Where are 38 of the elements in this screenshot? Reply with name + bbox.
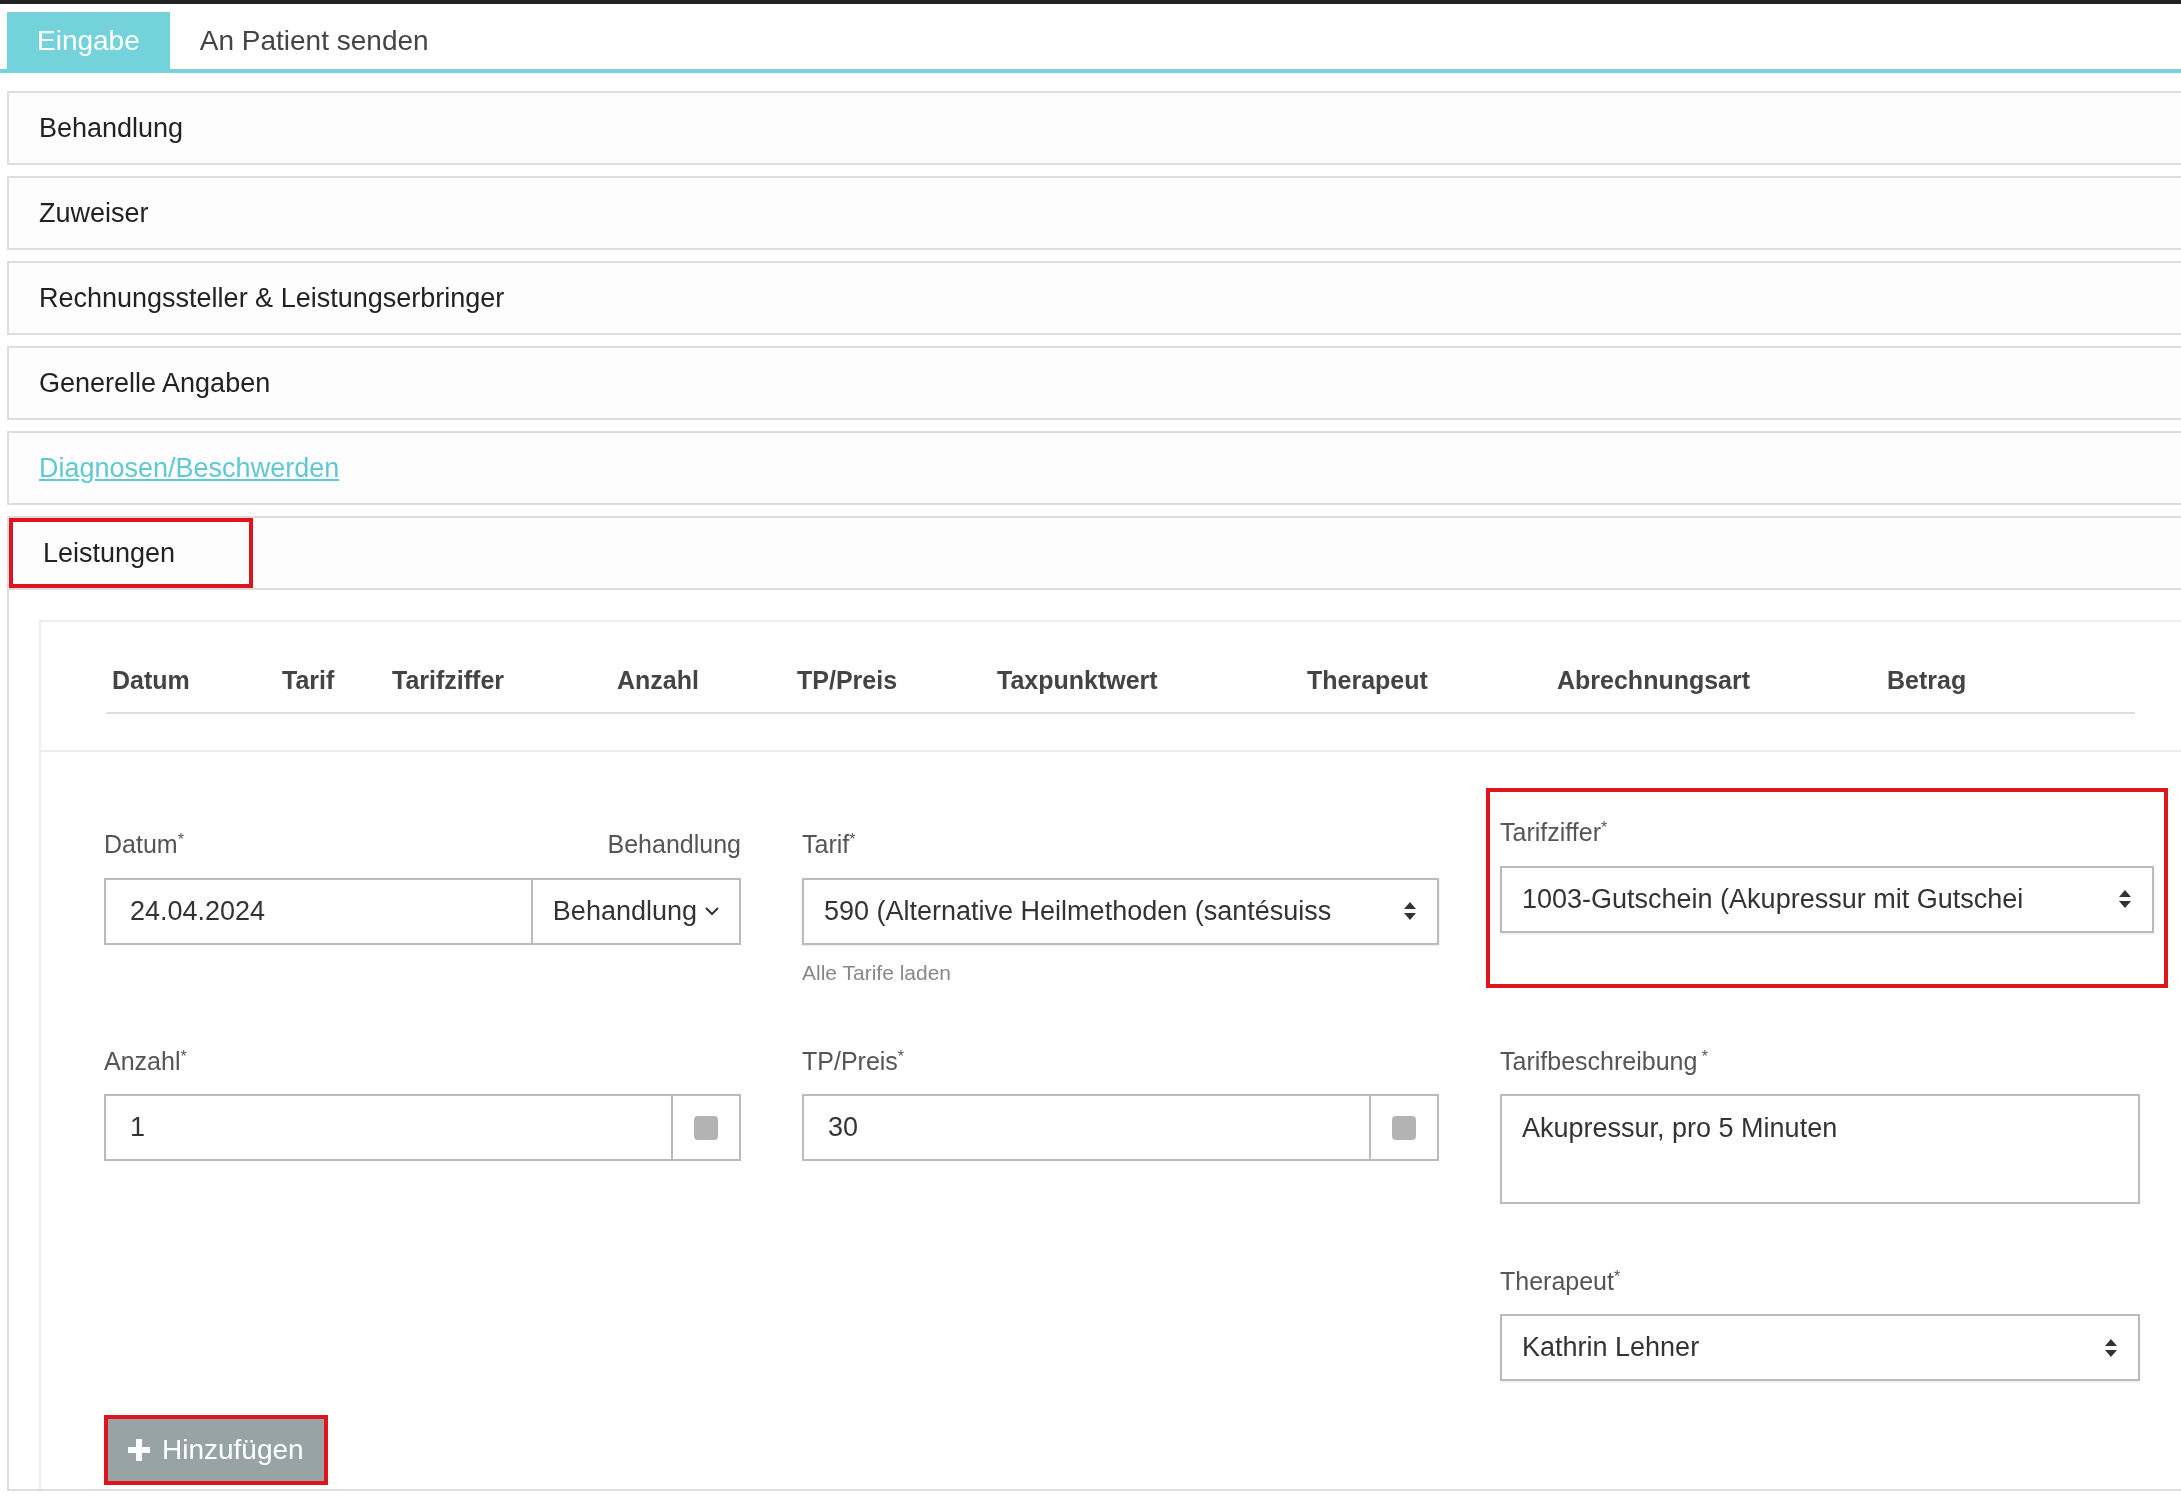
- field-label: Tarifziffer$^{*}$: [1500, 817, 1608, 848]
- checkbox[interactable]: [1392, 1115, 1416, 1140]
- field-label: Anzahl$^{*}$: [104, 1045, 187, 1077]
- input-field[interactable]: 30: [802, 1094, 1371, 1161]
- sort-arrows-icon: [2118, 888, 2132, 910]
- field-label: Behandlung: [607, 829, 741, 860]
- column-header: TP/Preis: [797, 666, 898, 694]
- field-label: Tarif$^{*}$: [802, 829, 856, 860]
- select-field[interactable]: 1003-Gutschein (Akupressur mit Gutschei: [1500, 865, 2154, 933]
- column-header: Therapeut: [1307, 666, 1428, 694]
- help-link[interactable]: Alle Tarife laden: [802, 956, 1439, 988]
- section-title[interactable]: Leistungen: [43, 532, 176, 574]
- column-header: Tarif: [282, 666, 335, 694]
- chevron-down-icon: [705, 906, 719, 916]
- section-title[interactable]: Generelle Angaben: [39, 362, 271, 404]
- field-label: TP/Preis$^{*}$: [802, 1045, 905, 1077]
- field-label: Tarifbeschreibung $^{*}$: [1500, 1045, 1708, 1077]
- select-field[interactable]: 590 (Alternative Heilmethoden (santésuiss: [802, 877, 1439, 945]
- column-header: Abrechnungsart: [1557, 666, 1751, 694]
- column-header: Datum: [112, 666, 190, 694]
- column-header: Betrag: [1887, 666, 1967, 694]
- textarea-field[interactable]: Akupressur, pro 5 Minuten: [1500, 1094, 2140, 1204]
- column-header: Anzahl: [617, 666, 699, 694]
- plus-icon: [128, 1439, 150, 1461]
- field-label: Datum$^{*}$: [104, 829, 184, 860]
- dropdown-button[interactable]: Behandlung: [532, 877, 741, 945]
- sort-arrows-icon: [1403, 900, 1417, 922]
- column-header: Taxpunktwert: [997, 666, 1158, 694]
- section-title[interactable]: Zuweiser: [39, 192, 149, 234]
- tab[interactable]: An Patient senden: [169, 12, 459, 69]
- select-field[interactable]: Kathrin Lehner: [1500, 1314, 2140, 1381]
- column-header: Tarifziffer: [392, 666, 505, 694]
- section-title[interactable]: Behandlung: [39, 107, 184, 149]
- input-field[interactable]: 1: [104, 1094, 673, 1161]
- field-label: Therapeut$^{*}$: [1500, 1265, 1621, 1297]
- checkbox[interactable]: [694, 1115, 718, 1140]
- date-field[interactable]: 24.04.2024: [104, 877, 533, 945]
- section-title[interactable]: Rechnungssteller & Leistungserbringer: [39, 277, 505, 319]
